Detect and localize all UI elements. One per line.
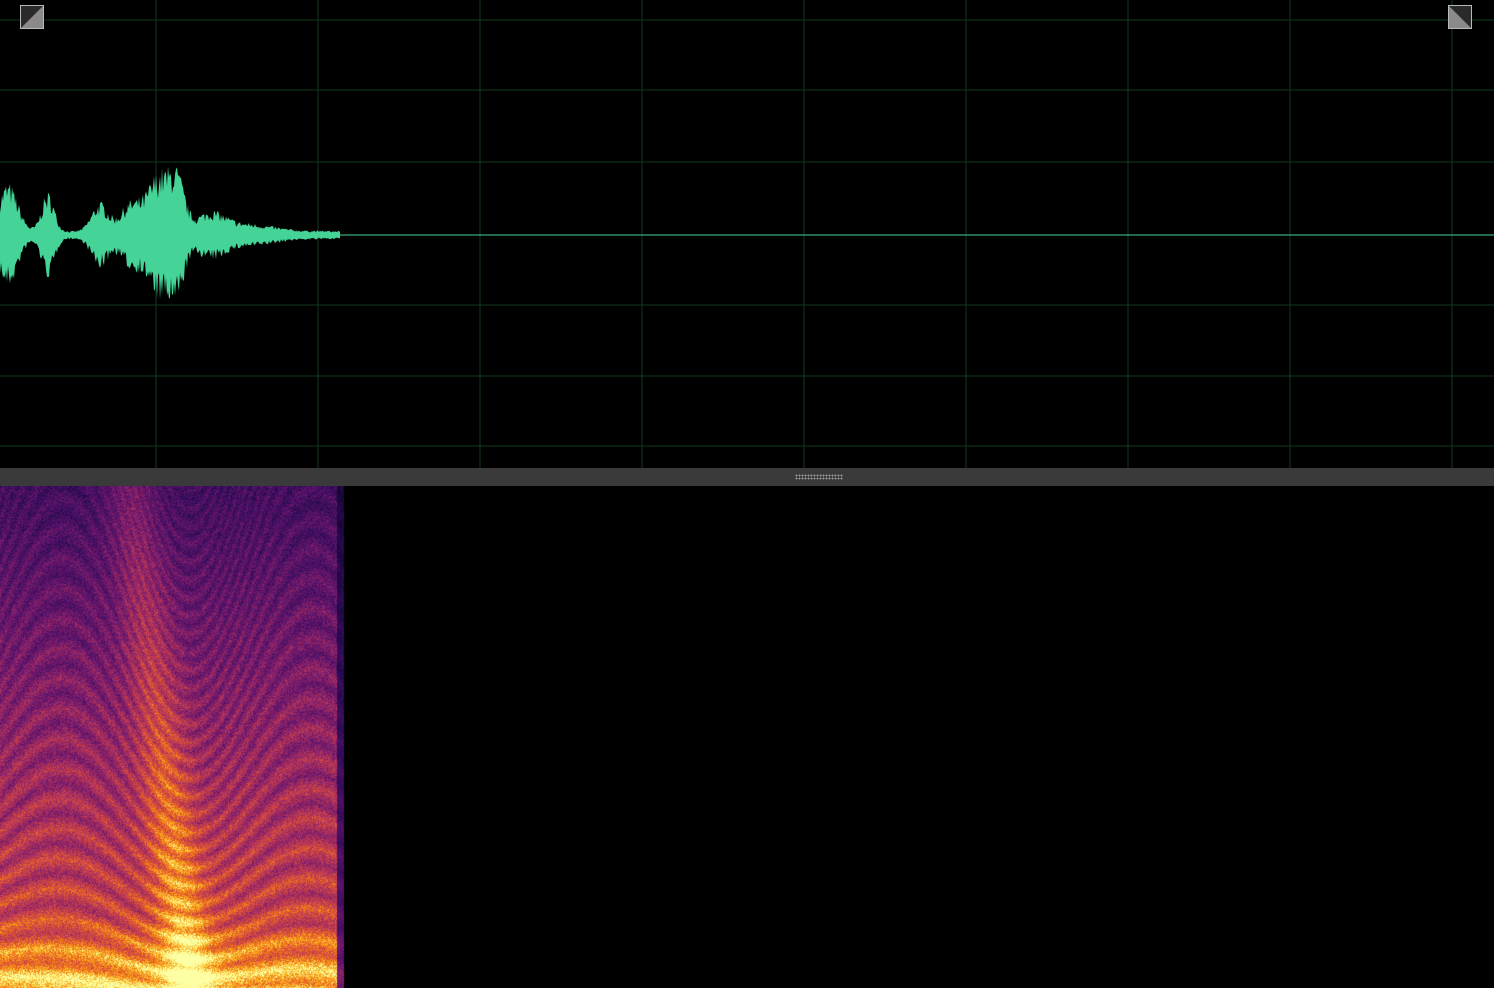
fade-in-handle[interactable] — [20, 5, 44, 29]
spectral-frequency-display[interactable] — [0, 486, 1494, 988]
spectrogram-canvas — [0, 486, 1494, 988]
audio-editor — [0, 0, 1494, 988]
waveform-display[interactable] — [0, 0, 1494, 468]
fade-in-icon — [21, 6, 43, 28]
fade-out-handle[interactable] — [1448, 5, 1472, 29]
waveform-signal — [0, 166, 340, 300]
waveform-svg — [0, 0, 1494, 468]
fade-out-icon — [1449, 6, 1471, 28]
grip-dots-icon — [795, 474, 843, 480]
panel-splitter[interactable] — [0, 468, 1494, 486]
